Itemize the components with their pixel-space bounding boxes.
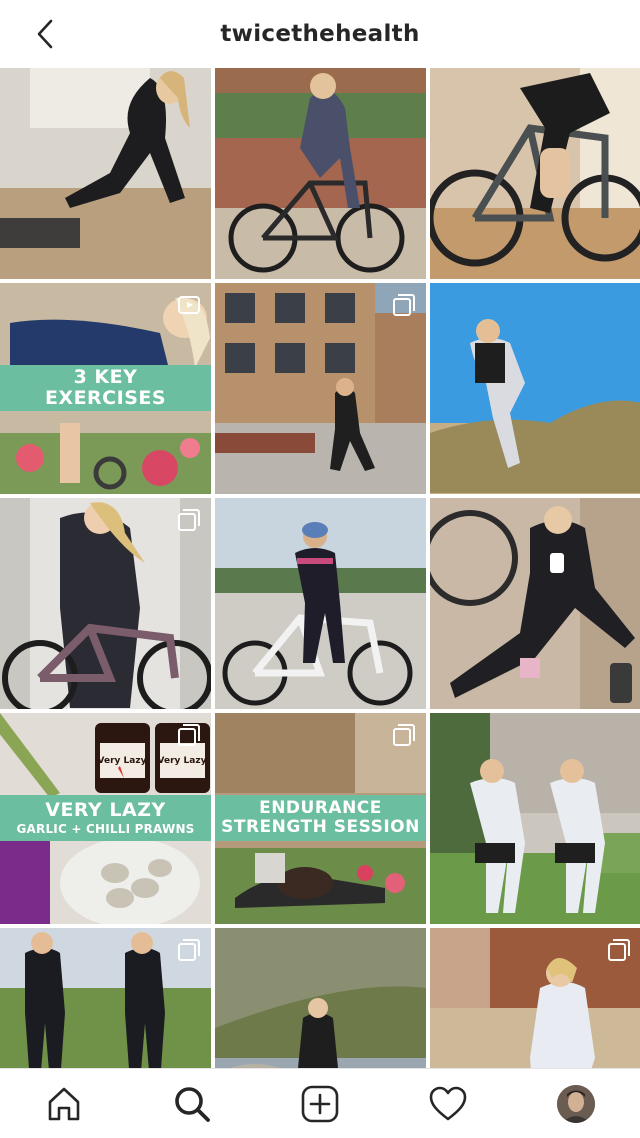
heart-icon [429, 1086, 467, 1120]
video-icon [178, 296, 200, 314]
post-tile[interactable]: 3 KEY EXERCISES [0, 283, 211, 494]
multiple-photos-icon [393, 294, 415, 316]
post-tile[interactable] [430, 928, 640, 1068]
nav-new-post[interactable] [288, 1076, 352, 1132]
post-tile[interactable]: Very Lazy Very Lazy VERY LAZY GARLIC + C… [0, 713, 211, 924]
multiple-photos-icon [178, 509, 200, 531]
home-icon [48, 1087, 80, 1120]
post-tile[interactable] [215, 928, 426, 1068]
post-image [430, 713, 640, 924]
post-image [430, 68, 640, 279]
search-icon [175, 1086, 210, 1122]
banner-title: ENDURANCE [259, 798, 382, 819]
post-image [215, 498, 426, 709]
banner-line-1: 3 KEY [73, 366, 138, 389]
banner-subtitle: STRENGTH SESSION [221, 817, 420, 837]
post-tile[interactable]: ENDURANCE STRENGTH SESSION [215, 713, 426, 924]
post-image [430, 498, 640, 709]
multiple-photos-icon [608, 939, 630, 961]
avatar [557, 1084, 595, 1123]
banner-subtitle: GARLIC + CHILLI PRAWNS [16, 821, 195, 836]
profile-username: twicethehealth [220, 21, 420, 47]
nav-search[interactable] [160, 1076, 224, 1132]
post-tile[interactable] [430, 283, 640, 494]
multiple-photos-icon [178, 724, 200, 746]
post-image [0, 68, 211, 279]
post-tile[interactable] [215, 498, 426, 709]
banner-line-2: EXERCISES [44, 387, 167, 409]
banner-title: VERY LAZY [45, 798, 166, 821]
nav-activity[interactable] [416, 1076, 480, 1132]
avatar-image [557, 1084, 595, 1123]
jar-label-2: Very Lazy [158, 756, 207, 766]
post-tile[interactable] [0, 68, 211, 279]
bottom-navigation [0, 1068, 640, 1138]
post-tile[interactable] [430, 498, 640, 709]
plus-square-icon [301, 1085, 339, 1122]
post-title-banner: VERY LAZY GARLIC + CHILLI PRAWNS [0, 795, 211, 841]
post-tile[interactable] [0, 498, 211, 709]
chevron-left-icon [37, 19, 53, 49]
post-tile[interactable] [430, 68, 640, 279]
post-title-banner: 3 KEY EXERCISES [0, 365, 211, 411]
post-tile[interactable] [0, 928, 211, 1068]
post-title-banner: ENDURANCE STRENGTH SESSION [215, 795, 426, 841]
post-tile[interactable] [215, 283, 426, 494]
post-image [215, 928, 426, 1068]
jar-label-1: Very Lazy [98, 756, 147, 766]
post-image [430, 283, 640, 494]
post-grid: 3 KEY EXERCISES Very Lazy Very Lazy VERY… [0, 68, 640, 1068]
multiple-photos-icon [178, 939, 200, 961]
back-button[interactable] [30, 18, 60, 50]
nav-home[interactable] [32, 1076, 96, 1132]
post-image [215, 68, 426, 279]
post-tile[interactable] [215, 68, 426, 279]
nav-profile[interactable] [544, 1076, 608, 1132]
multiple-photos-icon [393, 724, 415, 746]
post-tile[interactable] [430, 713, 640, 924]
profile-header: twicethehealth [0, 0, 640, 68]
